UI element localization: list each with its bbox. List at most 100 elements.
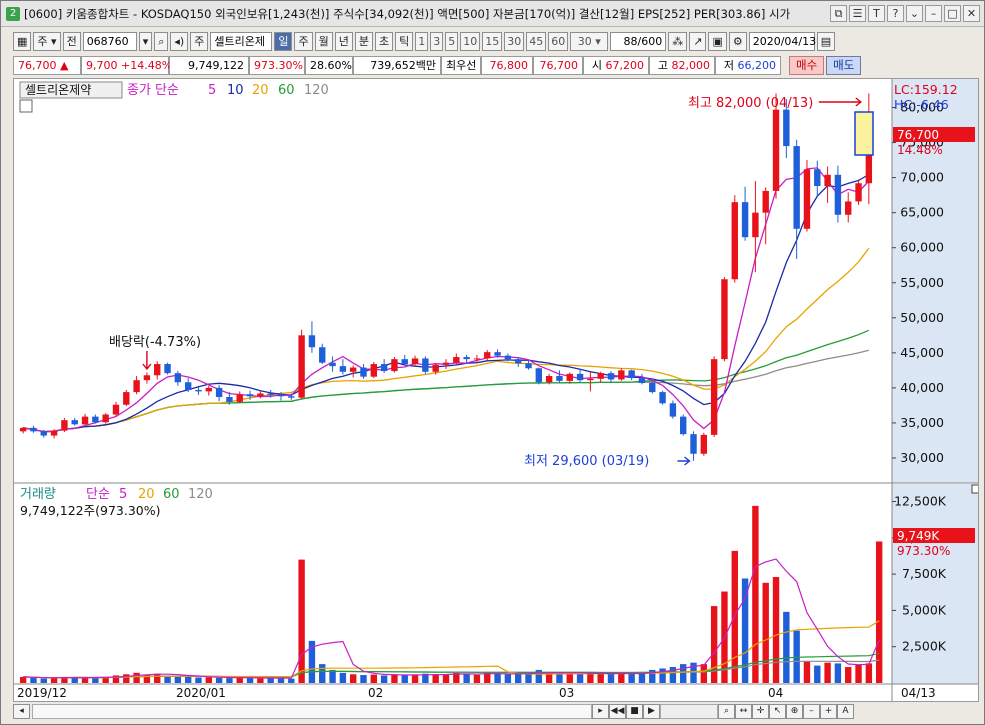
volume-bar bbox=[865, 663, 873, 683]
ma-legend-5: 5 bbox=[208, 83, 216, 98]
select-icon[interactable]: ↖ bbox=[769, 704, 786, 719]
chart-scrollbar[interactable]: ◂ ▸ ◀◀ ■ ▶ ⌕ ↔ ✛ ↖ ⊕ – + A bbox=[13, 702, 979, 721]
candle-body bbox=[793, 146, 800, 229]
candle-body bbox=[669, 403, 677, 417]
interval-15[interactable]: 15 bbox=[482, 31, 503, 51]
grid-toggle-icon[interactable] bbox=[19, 99, 33, 113]
tab-day[interactable]: 일 bbox=[274, 31, 293, 51]
candle-body bbox=[494, 352, 501, 356]
tab-year[interactable]: 년 bbox=[334, 31, 353, 51]
tab-second[interactable]: 초 bbox=[374, 31, 394, 51]
interval-45[interactable]: 45 bbox=[526, 31, 547, 51]
candle-body bbox=[607, 373, 615, 380]
layout-icon[interactable]: ▦ bbox=[13, 31, 32, 51]
candle-body bbox=[112, 404, 120, 415]
title-bar[interactable]: 2 [0600] 키움종합차트 - KOSDAQ150 외국인보유[1,243(… bbox=[1, 1, 984, 27]
date-field[interactable]: 2020/04/13 bbox=[748, 31, 816, 51]
vol-legend-simple: 단순 bbox=[86, 487, 110, 502]
draw-icon[interactable]: ↗ bbox=[689, 31, 707, 51]
close-icon[interactable]: ✕ bbox=[963, 5, 980, 22]
stock-name-field[interactable]: 셀트리온제 bbox=[210, 31, 273, 51]
candle-body bbox=[339, 366, 347, 372]
zoom-icon[interactable]: ⌕ bbox=[718, 704, 735, 719]
help-icon[interactable]: ? bbox=[887, 5, 904, 22]
candle-body bbox=[659, 392, 666, 404]
candle-body bbox=[576, 373, 584, 381]
zoom-in-icon[interactable]: ⊕ bbox=[786, 704, 803, 719]
crosshair-icon[interactable]: ✛ bbox=[752, 704, 769, 719]
minimize-icon[interactable]: – bbox=[925, 5, 942, 22]
ma-legend-120: 120 bbox=[304, 83, 329, 98]
search-icon[interactable]: ⌕ bbox=[154, 31, 169, 51]
interval-60[interactable]: 60 bbox=[548, 31, 569, 51]
volume-bar bbox=[494, 673, 501, 683]
sell-button[interactable]: 매도 bbox=[826, 55, 862, 75]
interval-5[interactable]: 5 bbox=[445, 31, 459, 51]
pan-icon[interactable]: ↔ bbox=[735, 704, 752, 719]
annotation-high: 최고 82,000 (04/13) bbox=[688, 96, 813, 111]
interval-3[interactable]: 3 bbox=[430, 31, 444, 51]
tab-month[interactable]: 월 bbox=[314, 31, 333, 51]
current-volume-pct-tag: 973.30% bbox=[897, 544, 950, 558]
play-icon[interactable]: ▶ bbox=[643, 704, 660, 719]
volume-bar bbox=[772, 577, 780, 683]
annotation-dividend: 배당락(-4.73%) bbox=[109, 335, 201, 350]
prev-button[interactable]: 전 bbox=[62, 31, 81, 51]
volume-bar bbox=[246, 677, 254, 683]
maximize-icon[interactable]: □ bbox=[944, 5, 961, 22]
scroll-right-icon[interactable]: ▸ bbox=[592, 704, 609, 719]
period-select[interactable]: 주 ▾ bbox=[33, 31, 61, 51]
plus-icon[interactable]: + bbox=[820, 704, 837, 719]
buy-button[interactable]: 매수 bbox=[789, 55, 825, 75]
link-icon[interactable]: ⧉ bbox=[830, 5, 847, 22]
minute-select[interactable]: 30 ▾ bbox=[570, 31, 609, 51]
tab-week[interactable]: 주 bbox=[294, 31, 313, 51]
speed-slider[interactable] bbox=[660, 704, 718, 719]
rewind-icon[interactable]: ◀◀ bbox=[609, 704, 626, 719]
volume-bar bbox=[92, 677, 99, 683]
title-buttons: ⧉ ☰ T ? ⌄ – □ ✕ bbox=[830, 5, 980, 22]
sound-icon[interactable]: ◂) bbox=[170, 31, 189, 51]
volume-legend-title: 거래량 bbox=[20, 487, 56, 502]
turnover-rate: 28.60% bbox=[305, 55, 353, 75]
bar-count-field[interactable]: 88/600 bbox=[610, 31, 667, 51]
candle-body bbox=[628, 370, 635, 379]
tab-tick[interactable]: 틱 bbox=[395, 31, 414, 51]
list-icon[interactable]: ☰ bbox=[849, 5, 866, 22]
font-icon[interactable]: T bbox=[868, 5, 885, 22]
gear-icon[interactable]: ⚙ bbox=[728, 31, 747, 51]
annotation-low: 최저 29,600 (03/19) bbox=[524, 454, 649, 469]
volume-bar bbox=[566, 673, 573, 683]
stock-code-input[interactable]: 068760 bbox=[82, 31, 137, 51]
zoom-out-icon[interactable]: – bbox=[803, 704, 820, 719]
vol-legend-5: 5 bbox=[119, 487, 127, 502]
calendar-icon[interactable]: ▤ bbox=[816, 31, 836, 51]
volume-bar bbox=[587, 672, 594, 683]
quote-bar: 76,700 ▲ 9,700 +14.48% 9,749,122 973.30%… bbox=[1, 54, 984, 76]
indicator-icon[interactable]: ⁂ bbox=[668, 31, 688, 51]
candle-body bbox=[772, 109, 780, 191]
current-price-tag-text: 76,700 bbox=[897, 128, 939, 142]
scroll-left-icon[interactable]: ◂ bbox=[13, 704, 30, 719]
interval-30[interactable]: 30 bbox=[504, 31, 525, 51]
interval-1[interactable]: 1 bbox=[415, 31, 429, 51]
pane-collapse-icon[interactable] bbox=[971, 484, 981, 494]
chart-canvas[interactable]: 80,00075,00070,00065,00060,00055,00050,0… bbox=[14, 79, 981, 701]
volume-bar bbox=[504, 674, 512, 683]
interval-10[interactable]: 10 bbox=[460, 31, 481, 51]
dropdown-icon[interactable]: ⌄ bbox=[906, 5, 923, 22]
scroll-track[interactable] bbox=[32, 704, 592, 719]
volume-bar bbox=[597, 673, 604, 683]
app-icon: 2 bbox=[6, 6, 20, 21]
current-price: 76,700 ▲ bbox=[13, 55, 81, 75]
font-size-icon[interactable]: A bbox=[837, 704, 854, 719]
stop-icon[interactable]: ■ bbox=[626, 704, 643, 719]
save-icon[interactable]: ▣ bbox=[708, 31, 727, 51]
price-axis-label: 70,000 bbox=[900, 170, 944, 185]
volume-readout: 9,749,122주(973.30%) bbox=[20, 503, 161, 518]
candle-body bbox=[174, 373, 182, 383]
candle-body bbox=[803, 169, 811, 229]
tab-minute[interactable]: 분 bbox=[354, 31, 373, 51]
chart-area[interactable]: 80,000 75,000 70,000 65,000 60,000 55,000 50,0… bbox=[13, 78, 981, 702]
code-dropdown-icon[interactable]: ▾ bbox=[138, 31, 153, 51]
